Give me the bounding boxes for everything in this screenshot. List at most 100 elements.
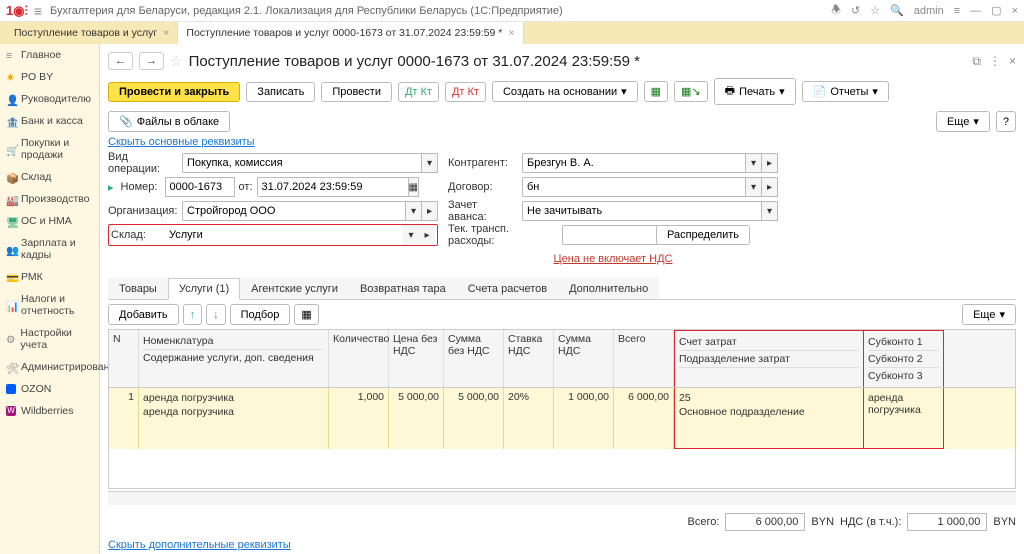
- write-button[interactable]: Записать: [246, 82, 315, 102]
- ot-label: от:: [239, 181, 253, 193]
- sidebar-item-stock[interactable]: 📦Склад: [0, 166, 99, 188]
- chevron-down-icon[interactable]: ▾: [762, 201, 778, 221]
- tab-services[interactable]: Услуги (1): [168, 278, 240, 300]
- help-button[interactable]: ?: [996, 111, 1016, 132]
- print-button[interactable]: 🖶 Печать ▾: [714, 78, 796, 105]
- chevron-down-icon[interactable]: ▾: [746, 177, 762, 197]
- sklad-input[interactable]: [165, 225, 403, 245]
- user-name[interactable]: admin: [914, 5, 944, 17]
- totals-row: Всего: 6 000,00 BYN НДС (в т.ч.): 1 000,…: [108, 513, 1016, 531]
- sidebar-item-ozon[interactable]: OZON: [0, 378, 99, 400]
- nav-forward-button[interactable]: →: [139, 52, 164, 70]
- select-button[interactable]: Подбор: [230, 304, 291, 325]
- add-row-button[interactable]: Добавить: [108, 304, 179, 325]
- chevron-down-icon[interactable]: ▾: [746, 153, 762, 173]
- open-icon[interactable]: ▸: [419, 225, 435, 245]
- excel-export-button[interactable]: ▦↘: [674, 81, 708, 102]
- close-icon[interactable]: ×: [163, 27, 169, 39]
- col-nds[interactable]: Сумма НДС: [554, 330, 614, 387]
- col-total[interactable]: Всего: [614, 330, 674, 387]
- move-down-button[interactable]: ↓: [206, 304, 226, 325]
- tab-agent[interactable]: Агентские услуги: [240, 278, 349, 299]
- close-icon[interactable]: ×: [508, 27, 514, 39]
- reports-button[interactable]: 📄 Отчеты ▾: [802, 81, 889, 102]
- sidebar-item-hr[interactable]: 👥Зарплата и кадры: [0, 232, 99, 266]
- favorite-icon[interactable]: ☆: [170, 53, 183, 70]
- sidebar-item-admin[interactable]: 🛠Администрирование: [0, 356, 99, 378]
- open-icon[interactable]: ▸: [762, 177, 778, 197]
- distribute-button[interactable]: Распределить: [656, 225, 750, 245]
- close-page-icon[interactable]: ×: [1009, 54, 1016, 69]
- bell-icon[interactable]: 🕭: [831, 1, 841, 20]
- calendar-icon[interactable]: ▦: [409, 177, 419, 197]
- date-input[interactable]: [257, 177, 409, 197]
- nav-back-button[interactable]: ←: [108, 52, 133, 70]
- tab-current-doc[interactable]: Поступление товаров и услуг 0000-1673 от…: [177, 22, 523, 44]
- menu-dots-icon[interactable]: ⋮: [989, 54, 1001, 69]
- sidebar-item-manager[interactable]: 👤Руководителю: [0, 88, 99, 110]
- maximize-icon[interactable]: ▢: [991, 4, 1001, 17]
- col-cost-account[interactable]: Счет затрат Подразделение затрат: [674, 330, 864, 387]
- col-rate[interactable]: Ставка НДС: [504, 330, 554, 387]
- col-nom[interactable]: Номенклатура Содержание услуги, доп. све…: [139, 330, 329, 387]
- tab-goods[interactable]: Товары: [108, 278, 168, 299]
- chevron-down-icon[interactable]: ▾: [422, 153, 438, 173]
- sidebar-item-production[interactable]: 🏭Производство: [0, 188, 99, 210]
- tab-return[interactable]: Возвратная тара: [349, 278, 457, 299]
- open-icon[interactable]: ▸: [422, 201, 438, 221]
- dogovor-input[interactable]: [522, 177, 746, 197]
- popout-icon[interactable]: ⧉: [972, 54, 981, 69]
- sidebar-item-assets[interactable]: 🖥ОС и НМА: [0, 210, 99, 232]
- minimize-icon[interactable]: —: [970, 5, 981, 17]
- price-no-vat-link[interactable]: Цена не включает НДС: [554, 253, 673, 265]
- page-title: Поступление товаров и услуг 0000-1673 от…: [189, 53, 640, 70]
- dt-kt-red-button[interactable]: Дт Кт: [445, 82, 486, 102]
- history-icon[interactable]: ↺: [851, 4, 860, 17]
- col-qty[interactable]: Количество: [329, 330, 389, 387]
- search-icon[interactable]: 🔍: [890, 4, 904, 17]
- excel-button[interactable]: ▦: [644, 81, 668, 102]
- more-table-button[interactable]: Еще ▾: [962, 304, 1016, 325]
- sidebar-item-bank[interactable]: 🏦Банк и касса: [0, 110, 99, 132]
- move-up-button[interactable]: ↑: [183, 304, 203, 325]
- more-button[interactable]: Еще ▾: [936, 111, 990, 132]
- kontr-input[interactable]: [522, 153, 746, 173]
- hide-main-req-link[interactable]: Скрыть основные реквизиты: [108, 136, 255, 148]
- num-input[interactable]: [165, 177, 235, 197]
- open-icon[interactable]: ▸: [762, 153, 778, 173]
- sidebar-item-trade[interactable]: 🛒Покупки и продажи: [0, 132, 99, 166]
- org-input[interactable]: [182, 201, 406, 221]
- dt-kt-button[interactable]: Дт Кт: [398, 82, 439, 102]
- hide-add-req-link[interactable]: Скрыть дополнительные реквизиты: [108, 539, 291, 551]
- sidebar-item-rmk[interactable]: 💳РМК: [0, 266, 99, 288]
- services-table[interactable]: N Номенклатура Содержание услуги, доп. с…: [108, 329, 1016, 489]
- sidebar-item-tax[interactable]: 📊Налоги и отчетность: [0, 288, 99, 322]
- chevron-down-icon[interactable]: ▾: [406, 201, 422, 221]
- post-button[interactable]: Провести: [321, 82, 392, 102]
- col-subconto[interactable]: Субконто 1 Субконто 2 Субконто 3: [864, 330, 944, 387]
- avans-input[interactable]: [522, 201, 762, 221]
- post-and-close-button[interactable]: Провести и закрыть: [108, 82, 240, 102]
- group-edit-button[interactable]: ▦: [294, 304, 318, 325]
- app-topbar: 1◉⫶ ≡ Бухгалтерия для Беларуси, редакция…: [0, 0, 1024, 22]
- col-n[interactable]: N: [109, 330, 139, 387]
- horizontal-scrollbar[interactable]: [108, 491, 1016, 505]
- col-price[interactable]: Цена без НДС: [389, 330, 444, 387]
- sidebar-item-poby[interactable]: ✷PO BY: [0, 66, 99, 88]
- hamburger-icon[interactable]: ≡: [34, 3, 42, 19]
- star-icon[interactable]: ☆: [870, 4, 880, 17]
- user-menu-icon[interactable]: ≡: [954, 5, 960, 17]
- close-icon[interactable]: ×: [1012, 5, 1018, 17]
- tab-accounts[interactable]: Счета расчетов: [457, 278, 558, 299]
- tab-additional[interactable]: Дополнительно: [558, 278, 659, 299]
- table-row[interactable]: 1 аренда погрузчика аренда погрузчика 1,…: [109, 388, 1015, 449]
- sidebar-item-settings[interactable]: ⚙Настройки учета: [0, 322, 99, 356]
- files-cloud-button[interactable]: 📎 Файлы в облаке: [108, 111, 230, 132]
- chevron-down-icon[interactable]: ▾: [403, 225, 419, 245]
- tab-list[interactable]: Поступление товаров и услуг ×: [6, 22, 177, 44]
- sidebar-item-main[interactable]: ≡Главное: [0, 44, 99, 66]
- create-based-button[interactable]: Создать на основании ▾: [492, 81, 638, 102]
- col-sum[interactable]: Сумма без НДС: [444, 330, 504, 387]
- sidebar-item-wildberries[interactable]: WWildberries: [0, 400, 99, 422]
- op-input[interactable]: [182, 153, 422, 173]
